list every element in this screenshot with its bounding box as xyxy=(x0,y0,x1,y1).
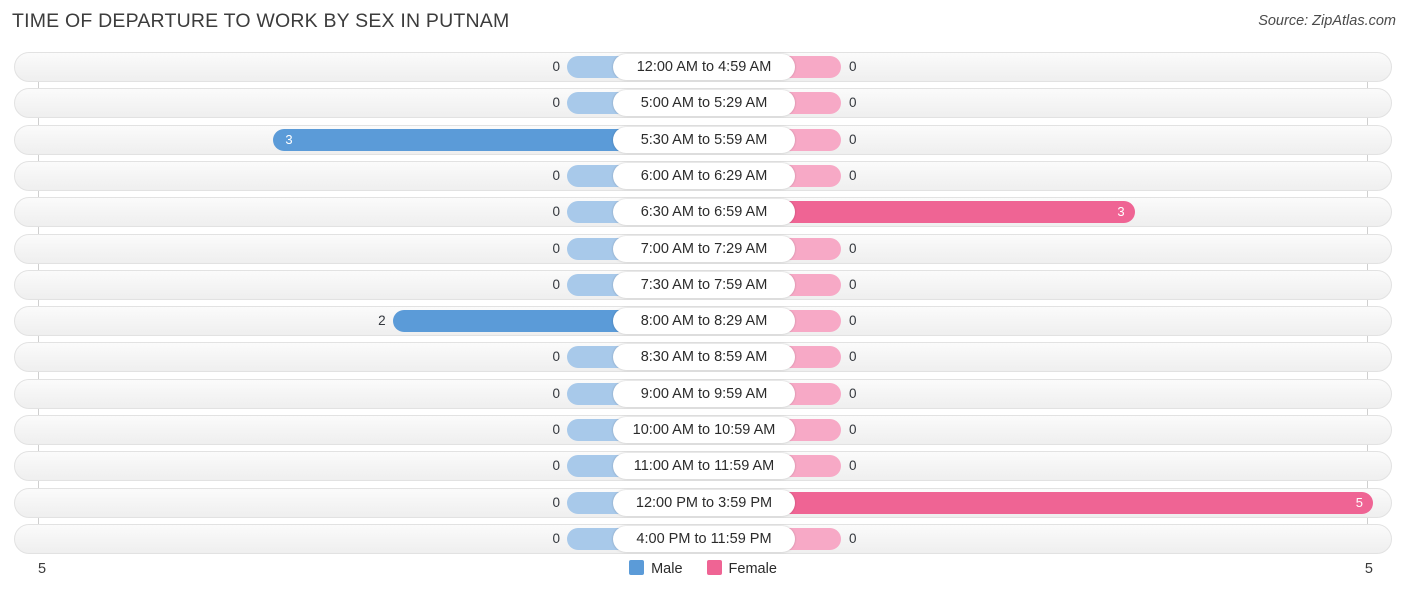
category-label: 8:00 AM to 8:29 AM xyxy=(613,308,795,335)
category-label: 5:30 AM to 5:59 AM xyxy=(613,126,795,153)
bar-value-male: 2 xyxy=(378,313,386,329)
category-label: 8:30 AM to 8:59 AM xyxy=(613,344,795,371)
bar-value-female: 0 xyxy=(849,349,857,365)
table-row[interactable]: 0 0 6:00 AM to 6:29 AM xyxy=(14,160,1393,191)
bar-value-male: 3 xyxy=(285,131,293,147)
bar-value-male: 0 xyxy=(552,276,560,292)
bar-value-female: 0 xyxy=(849,240,857,256)
bar-value-male: 0 xyxy=(552,167,560,183)
legend-item-female[interactable]: Female xyxy=(706,560,777,578)
row-bars: 3 0 5:30 AM to 5:59 AM xyxy=(15,126,1393,154)
bar-value-male: 0 xyxy=(552,204,560,220)
bar-value-male: 0 xyxy=(552,385,560,401)
legend-swatch-icon xyxy=(706,560,722,575)
category-label: 9:00 AM to 9:59 AM xyxy=(613,380,795,407)
row-bars: 0 0 11:00 AM to 11:59 AM xyxy=(15,452,1393,480)
bar-value-male: 0 xyxy=(552,530,560,546)
bar-value-male: 0 xyxy=(552,422,560,437)
bar-value-female: 0 xyxy=(849,385,857,401)
row-bars: 0 0 9:00 AM to 9:59 AM xyxy=(15,380,1393,408)
category-label: 5:00 AM to 5:29 AM xyxy=(613,90,795,117)
category-label: 11:00 AM to 11:59 AM xyxy=(613,453,795,480)
bar-value-male: 0 xyxy=(552,59,560,74)
bar-value-male: 0 xyxy=(552,494,560,510)
category-label: 12:00 AM to 4:59 AM xyxy=(613,54,795,80)
category-label: 7:30 AM to 7:59 AM xyxy=(613,271,795,298)
row-bars: 2 0 8:00 AM to 8:29 AM xyxy=(15,307,1393,335)
page-title: TIME OF DEPARTURE TO WORK BY SEX IN PUTN… xyxy=(12,10,510,32)
bar-value-female: 0 xyxy=(849,422,857,437)
table-row[interactable]: 0 5 12:00 PM to 3:59 PM xyxy=(14,487,1393,518)
row-bars: 0 0 4:00 PM to 11:59 PM xyxy=(15,525,1393,553)
table-row[interactable]: 0 0 10:00 AM to 10:59 AM xyxy=(14,415,1392,445)
table-row[interactable]: 0 0 12:00 AM to 4:59 AM xyxy=(14,52,1392,82)
table-row[interactable]: 0 0 11:00 AM to 11:59 AM xyxy=(14,451,1393,482)
bar-value-female: 0 xyxy=(849,313,857,329)
row-bars: 0 5 12:00 PM to 3:59 PM xyxy=(15,489,1393,517)
bar-male[interactable] xyxy=(273,128,631,151)
category-label: 12:00 PM to 3:59 PM xyxy=(613,489,795,516)
table-row[interactable]: 2 0 8:00 AM to 8:29 AM xyxy=(14,306,1393,337)
row-bars: 0 0 8:30 AM to 8:59 AM xyxy=(15,343,1393,371)
bar-value-female: 0 xyxy=(849,530,857,546)
table-row[interactable]: 0 0 7:00 AM to 7:29 AM xyxy=(14,233,1393,264)
category-label: 7:00 AM to 7:29 AM xyxy=(613,235,795,262)
bar-value-female: 0 xyxy=(849,167,857,183)
bar-value-female: 3 xyxy=(1117,204,1125,220)
bar-value-male: 0 xyxy=(552,349,560,365)
category-label: 4:00 PM to 11:59 PM xyxy=(613,525,795,552)
legend-item-male[interactable]: Male xyxy=(629,560,683,578)
bar-value-male: 0 xyxy=(552,240,560,256)
bar-value-female: 0 xyxy=(849,131,857,147)
table-row[interactable]: 0 0 8:30 AM to 8:59 AM xyxy=(14,342,1393,373)
table-row[interactable]: 0 0 9:00 AM to 9:59 AM xyxy=(14,378,1393,409)
bar-male[interactable] xyxy=(392,310,631,333)
table-row[interactable]: 3 0 5:30 AM to 5:59 AM xyxy=(14,124,1393,155)
category-label: 6:00 AM to 6:29 AM xyxy=(613,162,795,189)
row-bars: 0 0 12:00 AM to 4:59 AM xyxy=(15,53,1393,81)
bar-value-female: 0 xyxy=(849,59,857,74)
table-row[interactable]: 0 3 6:30 AM to 6:59 AM xyxy=(14,197,1393,228)
legend-label: Female xyxy=(728,560,777,577)
table-row[interactable]: 0 0 7:30 AM to 7:59 AM xyxy=(14,269,1393,300)
chart-plot-area: 0 0 12:00 AM to 4:59 AM 0 0 5:00 AM to 5:29 A… xyxy=(0,46,1406,554)
bar-value-female: 5 xyxy=(1355,494,1363,510)
bar-value-male: 0 xyxy=(552,95,560,111)
row-bars: 0 0 6:00 AM to 6:29 AM xyxy=(15,162,1393,190)
category-label: 6:30 AM to 6:59 AM xyxy=(613,199,795,226)
legend-label: Male xyxy=(651,560,683,577)
bar-female[interactable] xyxy=(777,491,1373,514)
row-bars: 0 3 6:30 AM to 6:59 AM xyxy=(15,198,1393,226)
row-bars: 0 0 7:00 AM to 7:29 AM xyxy=(15,235,1393,263)
bar-value-female: 0 xyxy=(849,95,857,111)
category-label: 10:00 AM to 10:59 AM xyxy=(613,417,795,443)
table-row[interactable]: 0 0 5:00 AM to 5:29 AM xyxy=(14,88,1393,119)
row-bars: 0 0 7:30 AM to 7:59 AM xyxy=(15,271,1393,299)
row-bars: 0 0 10:00 AM to 10:59 AM xyxy=(15,416,1393,444)
row-bars: 0 0 5:00 AM to 5:29 AM xyxy=(15,89,1393,117)
bar-female[interactable] xyxy=(777,201,1135,224)
bar-value-female: 0 xyxy=(849,276,857,292)
source-credit: Source: ZipAtlas.com xyxy=(1258,13,1396,29)
bar-value-male: 0 xyxy=(552,458,560,474)
bar-value-female: 0 xyxy=(849,458,857,474)
chart-footer: 5 5 Male Female xyxy=(0,550,1406,595)
chart-header: TIME OF DEPARTURE TO WORK BY SEX IN PUTN… xyxy=(0,0,1406,46)
legend-swatch-icon xyxy=(629,560,645,575)
chart-legend: Male Female xyxy=(0,560,1406,578)
